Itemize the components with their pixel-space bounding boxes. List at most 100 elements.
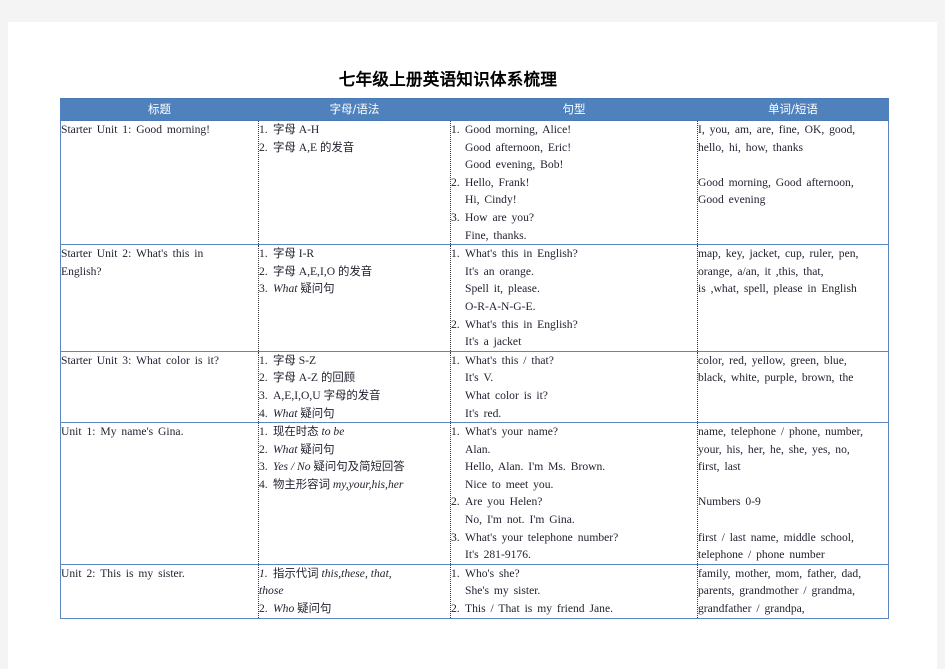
row-pattern-cell: 1. What's this in English? It's an orange…	[450, 244, 698, 352]
word-line: orange, a/an, it ,this, that,	[698, 264, 824, 278]
list-number: 2.	[451, 175, 460, 189]
word-line: black, white, purple, brown, the	[698, 371, 854, 385]
page-title: 七年级上册英语知识体系梳理	[338, 70, 558, 89]
column-header-grammar: 字母/语法	[258, 98, 451, 121]
list-number: 1.	[451, 123, 460, 136]
word-line: Good evening	[698, 193, 766, 207]
document-page: 七年级上册英语知识体系梳理 标题 字母/语法 句型 单词/短语 Starter …	[8, 22, 937, 669]
row-title-cont: English?	[61, 264, 102, 278]
word-line: Good morning, Good afternoon,	[698, 175, 854, 189]
row-pattern-cell: 1. What's your name? Alan. Hello, Alan. I…	[450, 422, 698, 565]
word-line: color, red, yellow, green, blue,	[698, 353, 847, 367]
list-number: 3.	[451, 210, 460, 224]
list-number: 2.	[451, 495, 460, 509]
word-line: telephone / phone number	[698, 548, 825, 562]
pattern-item: Spell it, please.	[465, 282, 540, 296]
pattern-item: 2. This / That is my friend Jane.	[451, 600, 697, 618]
knowledge-outline-table: 标题 字母/语法 句型 单词/短语 Starter Unit 1: Good m…	[60, 98, 889, 619]
table-row: Starter Unit 1: Good morning! 1. 字母 A-H 2…	[60, 120, 889, 246]
row-words-cell: I, you, am, are, fine, OK, good, hello, …	[697, 120, 889, 246]
grammar-item: 3. What 疑问句	[259, 280, 450, 298]
list-number: 1.	[259, 425, 268, 439]
row-words-cell: name, telephone / phone, number, your, h…	[697, 422, 889, 565]
list-number: 3.	[259, 460, 268, 474]
table-row: Unit 2: This is my sister. 1. 指示代词 this,t…	[60, 564, 889, 619]
pattern-item: 2. Hello, Frank!	[451, 174, 697, 192]
row-title: Starter Unit 3: What color is it?	[61, 353, 219, 367]
word-line: I, you, am, are, fine, OK, good,	[698, 123, 856, 136]
pattern-item: O-R-A-N-G-E.	[465, 299, 536, 313]
row-title-cell: Unit 2: This is my sister.	[60, 564, 259, 619]
pattern-item: 1. What's this in English?	[451, 245, 697, 263]
grammar-item: 2. 字母 A,E 的发音	[259, 139, 450, 157]
row-title-cell: Starter Unit 1: Good morning!	[60, 120, 259, 246]
grammar-item: 1. 字母 S-Z	[259, 352, 450, 370]
pattern-item: Nice to meet you.	[465, 477, 554, 491]
grammar-item: 3. A,E,I,O,U 字母的发音	[259, 387, 450, 405]
list-number: 3.	[451, 530, 460, 544]
list-number: 4.	[259, 477, 268, 491]
table-header: 标题 字母/语法 句型 单词/短语	[60, 98, 889, 121]
pattern-item: 1. Who's she?	[451, 565, 697, 583]
list-number: 2.	[259, 602, 268, 616]
word-line: Numbers 0-9	[698, 495, 761, 509]
list-number: 4.	[259, 406, 268, 420]
list-number: 2.	[259, 442, 268, 456]
grammar-item: 4. 物主形容词 my,your,his,her	[259, 476, 450, 494]
list-number: 1.	[451, 425, 460, 439]
word-line: your, his, her, he, she, yes, no,	[698, 442, 850, 456]
list-number: 2.	[259, 140, 268, 154]
pattern-item: Fine, thanks.	[465, 228, 527, 242]
list-number: 1.	[259, 566, 268, 580]
word-line: name, telephone / phone, number,	[698, 425, 863, 439]
list-number: 1.	[259, 123, 268, 136]
word-line: parents, grandmother / grandma,	[698, 584, 855, 598]
grammar-item: 1. 字母 I-R	[259, 245, 450, 263]
pattern-item: 2. What's this in English?	[451, 316, 697, 334]
row-words-cell: color, red, yellow, green, blue, black, …	[697, 351, 889, 424]
list-number: 1.	[451, 566, 460, 580]
pattern-item: No, I'm not. I'm Gina.	[465, 513, 575, 527]
grammar-item: 2. 字母 A-Z 的回顾	[259, 369, 450, 387]
list-number: 2.	[451, 317, 460, 331]
row-grammar-cell: 1. 指示代词 this,these, that, those 2. Who 疑问句	[258, 564, 451, 619]
pattern-item: 1. What's this / that?	[451, 352, 697, 370]
column-header-sentence-pattern: 句型	[450, 98, 698, 121]
pattern-item: Alan.	[465, 442, 491, 456]
grammar-item: 2. What 疑问句	[259, 441, 450, 459]
table-body: Starter Unit 1: Good morning! 1. 字母 A-H 2…	[60, 120, 889, 619]
table-header-row: 标题 字母/语法 句型 单词/短语	[60, 98, 889, 121]
grammar-item: 1. 现在时态 to be	[259, 423, 450, 441]
pattern-item: Good afternoon, Eric!	[465, 140, 572, 154]
row-grammar-cell: 1. 字母 I-R 2. 字母 A,E,I,O 的发音 3. What 疑问句	[258, 244, 451, 352]
table-row: Starter Unit 3: What color is it? 1. 字母 S…	[60, 351, 889, 424]
column-header-title: 标题	[60, 98, 259, 121]
row-title-cell: Unit 1: My name's Gina.	[60, 422, 259, 565]
grammar-item: 2. Who 疑问句	[259, 600, 450, 618]
grammar-item: 2. 字母 A,E,I,O 的发音	[259, 263, 450, 281]
pattern-item: It's an orange.	[465, 264, 534, 278]
row-grammar-cell: 1. 字母 S-Z 2. 字母 A-Z 的回顾 3. A,E,I,O,U 字母的发音 …	[258, 351, 451, 424]
pattern-item: 1. What's your name?	[451, 423, 697, 441]
pattern-item: She's my sister.	[465, 584, 541, 598]
pattern-item: Hi, Cindy!	[465, 193, 517, 207]
list-number: 3.	[259, 388, 268, 402]
grammar-item: 3. Yes / No 疑问句及简短回答	[259, 458, 450, 476]
row-pattern-cell: 1. Good morning, Alice! Good afternoon, E…	[450, 120, 698, 246]
list-number: 1.	[259, 353, 268, 367]
word-line: map, key, jacket, cup, ruler, pen,	[698, 247, 859, 261]
row-pattern-cell: 1. What's this / that? It's V. What color…	[450, 351, 698, 424]
pattern-item: It's 281-9176.	[465, 548, 531, 562]
row-grammar-cell: 1. 现在时态 to be 2. What 疑问句 3. Yes / No 疑问句及简…	[258, 422, 451, 565]
pattern-item: It's V.	[465, 371, 494, 385]
list-number: 2.	[259, 371, 268, 385]
grammar-item: 1. 指示代词 this,these, that,	[259, 565, 450, 583]
row-title-cell: Starter Unit 2: What's this in English?	[60, 244, 259, 352]
pattern-item: Hello, Alan. I'm Ms. Brown.	[465, 460, 606, 474]
row-title: Unit 2: This is my sister.	[61, 566, 185, 580]
row-words-cell: family, mother, mom, father, dad, parent…	[697, 564, 889, 619]
word-line: first, last	[698, 460, 741, 474]
pattern-item: 3. What's your telephone number?	[451, 529, 697, 547]
word-line: hello, hi, how, thanks	[698, 140, 804, 154]
grammar-item: 4. What 疑问句	[259, 405, 450, 423]
